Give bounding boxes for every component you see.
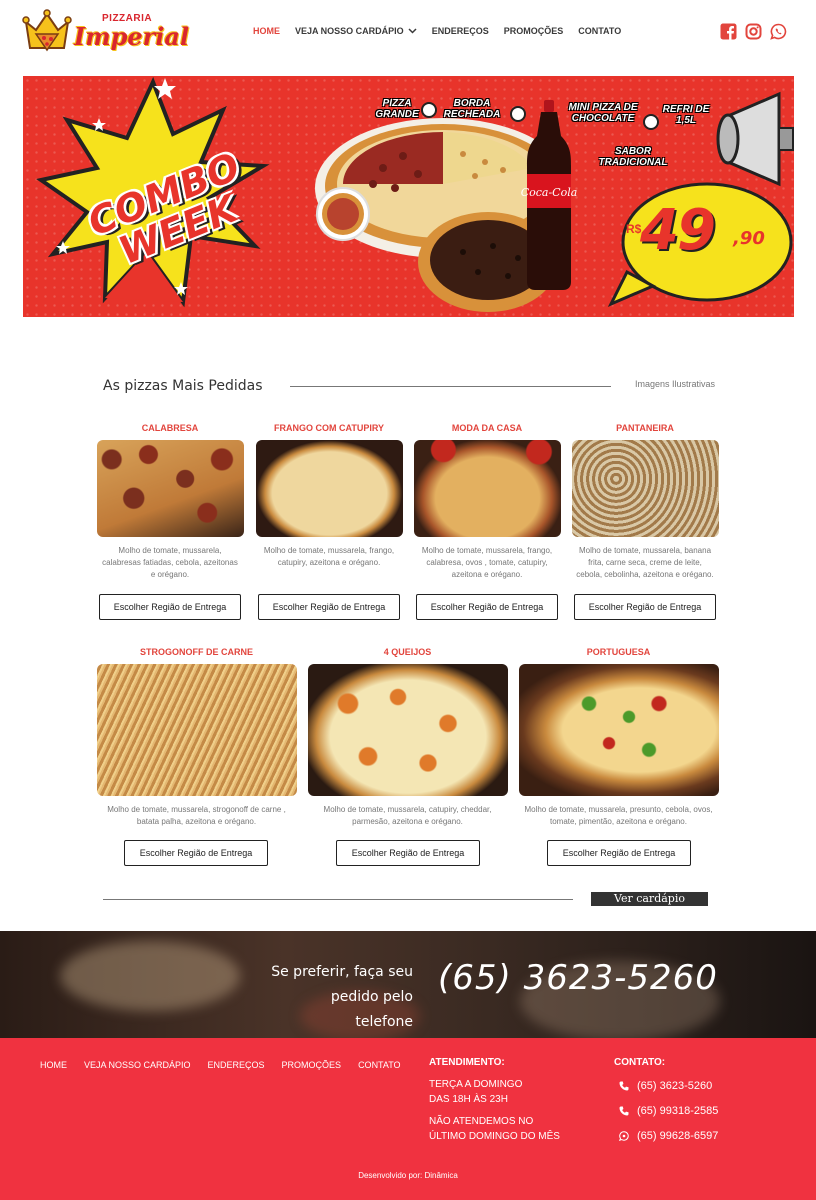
nav-menu-label: VEJA NOSSO CARDÁPIO xyxy=(295,26,404,36)
svg-text:Coca-Cola: Coca-Cola xyxy=(521,186,578,199)
contact-phone-1[interactable]: (65) 3623-5260 xyxy=(619,1080,712,1092)
pizza-card-frango-catupiry: FRANGO COM CATUPIRY Molho de tomate, mus… xyxy=(255,421,403,620)
footer-nav-promotions[interactable]: PROMOÇÕES xyxy=(282,1060,342,1070)
contact-title: CONTATO: xyxy=(614,1057,666,1068)
attendance-line: ÚLTIMO DOMINGO DO MÊS xyxy=(429,1131,560,1142)
phone-order-number[interactable]: (65) 3623-5260 xyxy=(438,958,718,998)
banner-item-soda: REFRI DE 1,5L xyxy=(662,104,710,126)
pizza-card-4-queijos: 4 QUEIJOS Molho de tomate, mussarela, ca… xyxy=(307,645,508,866)
contact-phone-number: (65) 3623-5260 xyxy=(637,1080,713,1092)
attendance-line: NÃO ATENDEMOS NO xyxy=(429,1116,534,1127)
footer-nav-addresses[interactable]: ENDEREÇOS xyxy=(208,1060,265,1070)
pizza-image xyxy=(96,440,244,537)
instagram-icon[interactable] xyxy=(745,23,762,40)
facebook-icon[interactable] xyxy=(720,23,737,40)
banner-price-cents: ,90 xyxy=(733,228,765,249)
nav-home[interactable]: HOME xyxy=(253,26,280,36)
social-links xyxy=(720,23,787,40)
attendance-line: DAS 18H ÀS 23H xyxy=(429,1094,508,1105)
menu-divider xyxy=(103,899,573,900)
banner-item-mini-pizza: MINI PIZZA DE CHOCOLATE xyxy=(568,102,638,124)
pizza-description: Molho de tomate, mussarela, presunto, ce… xyxy=(524,805,713,826)
promo-banner[interactable]: Coca-Cola COMBO WEEK PIZZA GRANDE BORDA … xyxy=(23,76,794,317)
images-note: Imagens Ilustrativas xyxy=(635,379,716,389)
footer-nav-home[interactable]: HOME xyxy=(40,1060,67,1070)
phone-order-text-line1: Se preferir, faça seu xyxy=(271,964,413,980)
footer-nav-contact[interactable]: CONTATO xyxy=(358,1060,401,1070)
pizza-name: MODA DA CASA xyxy=(451,423,523,433)
pizza-image xyxy=(96,664,297,796)
phone-icon xyxy=(619,1081,629,1091)
pizza-image xyxy=(571,440,719,537)
footer-nav-menu[interactable]: VEJA NOSSO CARDÁPIO xyxy=(84,1060,191,1070)
pizza-description: Molho de tomate, mussarela, strogonoff d… xyxy=(107,805,286,826)
pizza-name: CALABRESA xyxy=(141,423,199,433)
full-menu-link[interactable]: Ver cardápio completo xyxy=(591,892,708,919)
choose-delivery-region-button[interactable]: Escolher Região de Entrega xyxy=(416,594,558,620)
pizza-description: Molho de tomate, mussarela, banana frita… xyxy=(576,546,714,579)
background-blur-shape xyxy=(60,941,240,1011)
choose-delivery-region-button[interactable]: Escolher Região de Entrega xyxy=(99,594,241,620)
pizza-card-moda-da-casa: MODA DA CASA Molho de tomate, mussarela,… xyxy=(413,421,561,620)
contact-phone-2[interactable]: (65) 99318-2585 xyxy=(619,1105,718,1117)
pizza-image xyxy=(255,440,403,537)
attendance-title: ATENDIMENTO: xyxy=(429,1057,505,1068)
nav-addresses[interactable]: ENDEREÇOS xyxy=(432,26,489,36)
site-header: PIZZARIA Imperial HOME VEJA NOSSO CARDÁP… xyxy=(0,0,816,70)
choose-delivery-region-button[interactable]: Escolher Região de Entrega xyxy=(258,594,400,620)
main-nav: HOME VEJA NOSSO CARDÁPIO ENDEREÇOS PROMO… xyxy=(253,26,621,36)
attendance-line: TERÇA A DOMINGO xyxy=(429,1079,523,1090)
developer-credit[interactable]: Desenvolvido por: Dinâmica xyxy=(0,1171,816,1180)
footer-nav: HOME VEJA NOSSO CARDÁPIO ENDEREÇOS PROMO… xyxy=(40,1060,401,1070)
choose-delivery-region-button[interactable]: Escolher Região de Entrega xyxy=(124,840,268,866)
pizza-description: Molho de tomate, mussarela, catupiry, ch… xyxy=(323,805,492,826)
phone-icon xyxy=(619,1106,629,1116)
phone-order-text: Se preferir, faça seu pedido pelo telefo… xyxy=(270,960,413,1035)
pizza-description: Molho de tomate, mussarela, frango, cala… xyxy=(421,546,553,579)
choose-delivery-region-button[interactable]: Escolher Região de Entrega xyxy=(547,840,691,866)
pizza-description: Molho de tomate, mussarela, frango, catu… xyxy=(263,546,395,567)
phone-order-text-line2: pedido pelo telefone xyxy=(330,989,413,1030)
pizza-name: PORTUGUESA xyxy=(586,647,651,657)
pizza-name: STROGONOFF DE CARNE xyxy=(139,647,253,657)
banner-item-border: BORDA RECHEADA xyxy=(443,98,501,120)
choose-delivery-region-button[interactable]: Escolher Região de Entrega xyxy=(336,840,480,866)
pizza-image xyxy=(307,664,508,796)
nav-menu[interactable]: VEJA NOSSO CARDÁPIO xyxy=(295,26,417,36)
crown-icon xyxy=(22,9,72,52)
section-title: As pizzas Mais Pedidas xyxy=(103,378,263,394)
pizza-image xyxy=(413,440,561,537)
pizza-name: 4 QUEIJOS xyxy=(383,647,432,657)
whatsapp-icon xyxy=(619,1131,629,1141)
banner-price: 49 xyxy=(640,198,716,263)
pizza-card-portuguesa: PORTUGUESA Molho de tomate, mussarela, p… xyxy=(518,645,719,866)
banner-subtitle: SABOR TRADICIONAL xyxy=(598,146,668,168)
pizza-card-pantaneira: PANTANEIRA Molho de tomate, mussarela, b… xyxy=(571,421,719,620)
logo[interactable]: PIZZARIA Imperial xyxy=(22,8,189,56)
nav-contact[interactable]: CONTATO xyxy=(578,26,621,36)
pizza-description: Molho de tomate, mussarela, calabresas f… xyxy=(102,546,238,579)
whatsapp-icon[interactable] xyxy=(770,23,787,40)
nav-promotions[interactable]: PROMOÇÕES xyxy=(504,26,564,36)
contact-phone-number: (65) 99628-6597 xyxy=(637,1130,719,1142)
pizza-image xyxy=(518,664,719,796)
logo-brand-text: Imperial xyxy=(74,22,190,51)
chevron-down-icon xyxy=(408,28,417,34)
pizza-card-calabresa: CALABRESA Molho de tomate, mussarela, ca… xyxy=(96,421,244,620)
pizza-name: PANTANEIRA xyxy=(616,423,674,433)
section-divider xyxy=(290,386,611,387)
pizza-card-strogonoff: STROGONOFF DE CARNE Molho de tomate, mus… xyxy=(96,645,297,866)
contact-phone-number: (65) 99318-2585 xyxy=(637,1105,719,1117)
pizza-name: FRANGO COM CATUPIRY xyxy=(274,423,384,433)
banner-item-pizza: PIZZA GRANDE xyxy=(375,98,419,120)
choose-delivery-region-button[interactable]: Escolher Região de Entrega xyxy=(574,594,716,620)
contact-whatsapp[interactable]: (65) 99628-6597 xyxy=(619,1130,718,1142)
